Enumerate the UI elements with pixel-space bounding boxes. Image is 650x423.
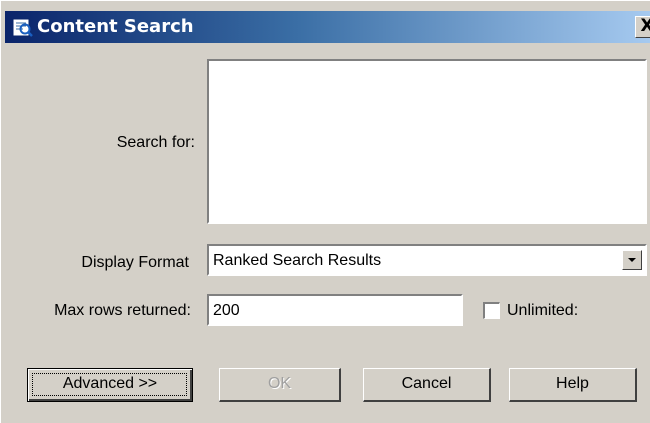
chevron-down-icon[interactable] [622,250,642,270]
display-format-select[interactable]: Ranked Search Results [207,244,647,276]
window-title: Content Search [37,16,194,37]
unlimited-checkbox[interactable] [483,302,500,319]
max-rows-input[interactable]: 200 [207,294,463,326]
display-format-label: Display Format [81,254,189,271]
cancel-button[interactable]: Cancel [363,368,491,402]
display-format-value: Ranked Search Results [213,252,382,269]
max-rows-label: Max rows returned: [54,302,191,319]
unlimited-label: Unlimited: [507,302,579,319]
search-app-icon [12,18,33,37]
content-search-dialog: Content Search X Search for: Display For… [0,0,650,423]
max-rows-value: 200 [213,302,240,319]
title-bar[interactable]: Content Search X [5,11,650,43]
close-button[interactable]: X [635,16,650,38]
ok-button[interactable]: OK [219,368,341,402]
search-input[interactable] [207,59,647,224]
help-button[interactable]: Help [509,368,637,402]
focus-rect [32,373,187,396]
search-for-label: Search for: [116,134,195,151]
advanced-button[interactable]: Advanced >> [27,368,193,402]
